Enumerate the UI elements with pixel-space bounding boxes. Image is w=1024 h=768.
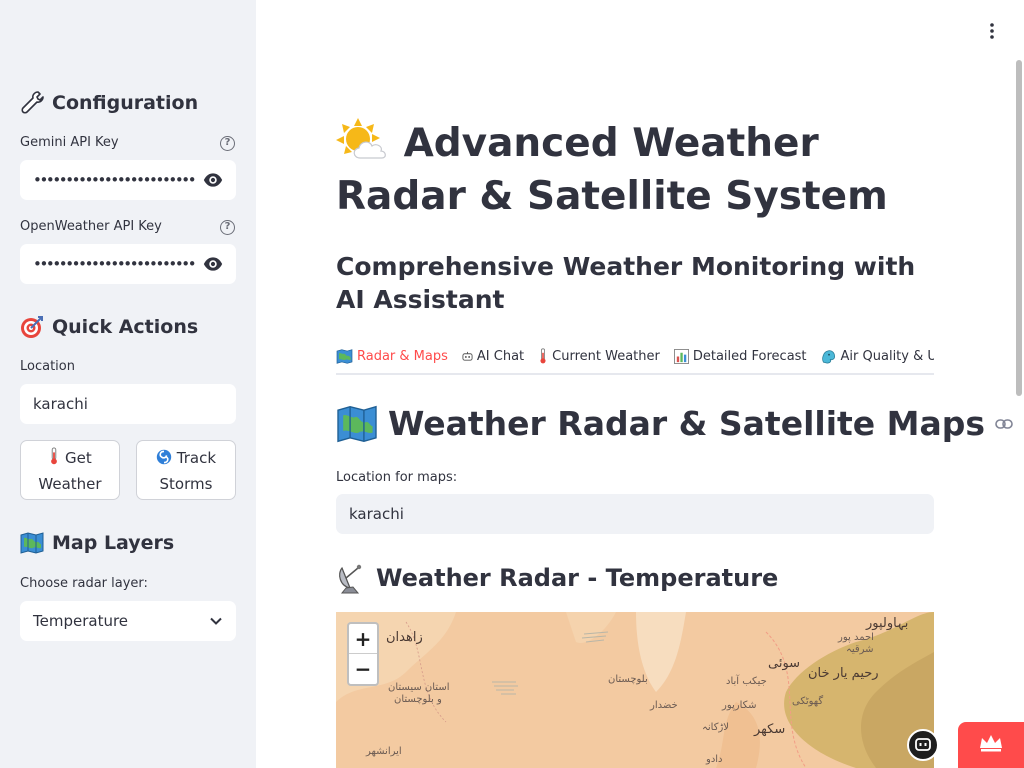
map-label: گھوٹکی [792,696,824,707]
map-label: زاهدان [386,630,423,645]
track-storms-label-1: Track [176,449,217,467]
eye-icon[interactable] [203,254,223,274]
map-zoom-control: + − [347,622,379,686]
tab-detailed-forecast[interactable]: Detailed Forecast [673,340,807,372]
map-layers-heading: Map Layers [20,532,174,554]
tab-air-quality-uv[interactable]: Air Quality & UV [821,340,934,372]
track-storms-button[interactable]: Track Storms [136,440,236,500]
quick-actions-title: Quick Actions [52,316,199,338]
radar-heading: Weather Radar - Temperature [336,562,778,594]
map-label: بلوچستان [608,674,648,685]
quick-actions-heading: Quick Actions [20,315,198,339]
radar-title: Weather Radar - Temperature [376,564,779,592]
scrollbar[interactable] [1016,60,1022,396]
tab-label: AI Chat [476,348,525,364]
tab-ai-chat[interactable]: AI Chat [462,340,524,372]
section-heading: Weather Radar & Satellite Maps [336,404,1013,443]
map-label: استان سیستان [388,682,450,693]
section-title: Weather Radar & Satellite Maps [388,404,986,443]
location-input[interactable]: karachi [20,384,236,424]
thermometer-icon [51,447,58,465]
satellite-dish-icon [339,564,362,594]
radar-layer-select[interactable]: Temperature [20,601,236,641]
map-icon [336,349,353,364]
map-layers-title: Map Layers [52,532,175,554]
map-icon [337,405,377,442]
thermometer-icon [540,348,546,364]
map-label: جیکب آباد [726,676,767,687]
bar-chart-icon [673,348,689,364]
get-weather-button[interactable]: Get Weather [20,440,120,500]
map-label: سوئی [768,656,801,671]
sidebar: Configuration Gemini API Key ? •••••••••… [0,0,256,768]
openweather-api-key-value: •••••••••••••••••••••••••••••••••••• [33,255,195,273]
track-storms-label-2: Storms [159,475,213,493]
map-label: شرقیہ [846,644,874,655]
gemini-api-key-label: Gemini API Key [20,135,119,150]
map-label: و بلوچستان [394,694,442,705]
robot-icon [462,351,473,361]
robot-icon [915,738,931,751]
get-weather-label-1: Get [65,449,92,467]
tab-label: Current Weather [552,348,660,364]
openweather-api-key-label: OpenWeather API Key [20,219,162,234]
maps-location-input[interactable]: karachi [336,494,934,534]
configuration-title: Configuration [52,92,199,114]
tab-label: Radar & Maps [357,349,448,364]
page-title-text: Advanced Weather Radar & Satellite Syste… [336,121,888,219]
page-subtitle: Comprehensive Weather Monitoring with AI… [336,252,916,314]
crown-icon [980,735,1002,752]
radar-map[interactable]: زاهدان بلوچستان استان سیستان و بلوچستان … [336,612,934,768]
gemini-api-key-value: •••••••••••••••••••••••••••••••••••• [33,171,195,189]
help-icon[interactable]: ? [220,136,235,151]
tab-label: Air Quality & UV [840,348,934,364]
configuration-heading: Configuration [20,91,198,115]
tab-label: Detailed Forecast [692,348,807,364]
streamlit-badge[interactable] [958,722,1024,768]
wind-face-icon [821,349,835,363]
chevron-down-icon [210,617,222,625]
main-menu-icon[interactable] [986,22,998,40]
gemini-api-key-input[interactable]: •••••••••••••••••••••••••••••••••••• [20,160,236,200]
wrench-icon [21,91,44,114]
tab-current-weather[interactable]: Current Weather [538,340,660,372]
map-label: لاڑکانہ [702,722,729,733]
map-icon [20,532,44,554]
map-label: بہاولپور [866,616,909,631]
map-label: سکھر [754,722,786,737]
sun-behind-cloud-icon [336,118,386,159]
radar-layer-value: Temperature [33,612,129,630]
eye-icon[interactable] [203,170,223,190]
link-icon[interactable] [995,418,1013,430]
zoom-out-button[interactable]: − [349,654,377,684]
get-weather-label-2: Weather [38,475,102,493]
tab-bar: Radar & Maps AI Chat Current Weather Det… [336,340,934,375]
maps-location-label: Location for maps: [336,470,458,485]
map-label: شکارپور [722,700,757,711]
maps-location-value: karachi [349,505,404,523]
target-icon [21,316,43,338]
zoom-in-button[interactable]: + [349,624,377,654]
openweather-api-key-input[interactable]: •••••••••••••••••••••••••••••••••••• [20,244,236,284]
cyclone-icon [156,449,172,465]
map-label: ایرانشهر [366,746,402,757]
map-label: خضدار [650,700,678,711]
location-value: karachi [33,395,88,413]
location-label: Location [20,359,75,374]
map-label: رحیم یار خان [808,666,879,681]
map-label: دادو [706,754,723,765]
chat-bot-icon[interactable] [907,729,939,761]
map-label: احمد پور [838,632,874,643]
help-icon[interactable]: ? [220,220,235,235]
tab-radar-maps[interactable]: Radar & Maps [336,340,448,373]
radar-layer-label: Choose radar layer: [20,576,148,591]
page-title: Advanced Weather Radar & Satellite Syste… [336,116,946,223]
